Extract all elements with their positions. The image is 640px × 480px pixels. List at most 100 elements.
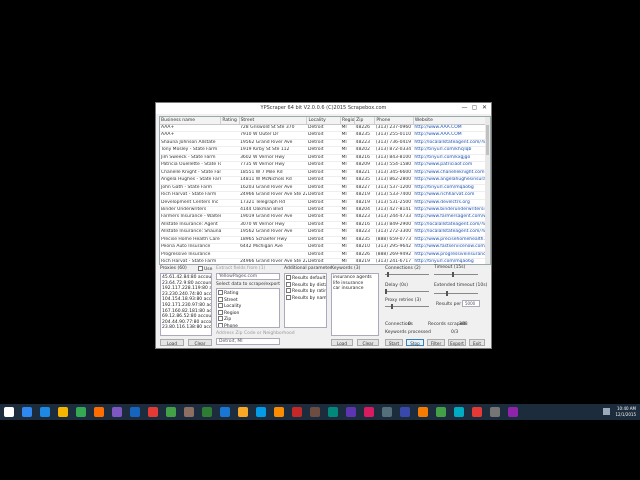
table-row[interactable]: Jim Sweeck - State Farm 3602 W Vernor Hwy…: [160, 154, 490, 163]
delay-slider[interactable]: [385, 289, 429, 294]
table-row[interactable]: Allstate Insurance: Agent 3070 W Vernor H…: [160, 221, 490, 230]
app-icon[interactable]: [346, 407, 356, 417]
table-row[interactable]: Farmers Insurance - Walter 19019 Grand Ri…: [160, 213, 490, 222]
col-locality[interactable]: Locality: [306, 117, 341, 125]
app-icon[interactable]: [148, 407, 158, 417]
start-button[interactable]: Start: [385, 339, 403, 346]
filter-button[interactable]: Filter: [427, 339, 445, 346]
table-row[interactable]: AAA+ 7910 W Outer Dr Detroit MI 48235 (313) 2…: [160, 131, 490, 140]
keywords-list[interactable]: insurance agents life insurance car insura…: [331, 273, 379, 336]
address-input[interactable]: Detroit, MI: [216, 338, 280, 345]
app-icon[interactable]: [508, 407, 518, 417]
table-row[interactable]: Shauna Johnson Allstate 19562 Grand River…: [160, 139, 490, 148]
minimize-button[interactable]: —: [460, 103, 469, 114]
stop-button[interactable]: Stop: [406, 339, 424, 346]
excel-icon[interactable]: [202, 407, 212, 417]
chrome-icon[interactable]: [76, 407, 86, 417]
proxies-load-button[interactable]: Load: [160, 339, 184, 346]
table-row[interactable]: Progressive Insurance Detroit MI 48226 (888)…: [160, 251, 490, 260]
table-row[interactable]: Development Centers Inc 17321 Telegraph R…: [160, 199, 490, 208]
app-icon[interactable]: [400, 407, 410, 417]
app-icon[interactable]: [490, 407, 500, 417]
col-business-name[interactable]: Business name: [160, 117, 222, 125]
col-phone[interactable]: Phone: [374, 117, 414, 125]
export-button[interactable]: Export: [448, 339, 466, 346]
table-row[interactable]: Precise Home Health Care 18965 Schaefer H…: [160, 236, 490, 245]
keyword-item[interactable]: car insurance: [333, 286, 377, 292]
params-list[interactable]: Results defaultResults by distanceResult…: [284, 273, 327, 328]
app-icon[interactable]: [184, 407, 194, 417]
connections-slider[interactable]: [385, 272, 429, 277]
results-grid[interactable]: Business name Rating Street Locality Reg…: [159, 116, 491, 265]
app-icon[interactable]: [238, 407, 248, 417]
filezilla-icon[interactable]: [292, 407, 302, 417]
proxy-retries-slider-knob[interactable]: [391, 304, 393, 309]
col-rating[interactable]: Rating: [220, 117, 240, 125]
file-explorer-icon[interactable]: [58, 407, 68, 417]
results-per-input[interactable]: 5000: [462, 300, 480, 307]
col-street[interactable]: Street: [239, 117, 308, 125]
proxies-list[interactable]: 45.61.42.84:80 accoun 23.64.72.9:80 accou…: [160, 273, 212, 336]
tray-clock[interactable]: 10:40 AM 12/1/2015: [615, 406, 636, 418]
table-row[interactable]: AAA+ 728 Griswold St Ste 370 Detroit MI 4822…: [160, 124, 490, 133]
firefox-icon[interactable]: [94, 407, 104, 417]
proxy-retries-slider[interactable]: [385, 304, 429, 309]
app-icon[interactable]: [274, 407, 284, 417]
field-checkbox[interactable]: Phone: [218, 322, 278, 327]
table-row[interactable]: Rich Harvat - State Farm 24966 Grand Rive…: [160, 191, 490, 200]
edge-icon[interactable]: [40, 407, 50, 417]
app-icon[interactable]: [472, 407, 482, 417]
app-icon[interactable]: [112, 407, 122, 417]
table-row[interactable]: Tony Mosley - State Farm 1919 Kirby St St…: [160, 146, 490, 155]
app-icon[interactable]: [418, 407, 428, 417]
col-region[interactable]: Region: [340, 117, 356, 125]
ie-icon[interactable]: [130, 407, 140, 417]
keywords-load-button[interactable]: Load: [331, 339, 353, 346]
timeout-slider[interactable]: [434, 272, 478, 277]
extended-timeout-slider[interactable]: [434, 291, 478, 296]
field-checkbox[interactable]: Locality: [218, 303, 278, 310]
fields-list[interactable]: RatingStreetLocalityRegionZipPhoneWebsit…: [216, 288, 280, 328]
app-icon[interactable]: [454, 407, 464, 417]
app-icon[interactable]: [310, 407, 320, 417]
field-checkbox[interactable]: Rating: [218, 290, 278, 297]
maximize-button[interactable]: ▢: [470, 103, 479, 114]
app-icon[interactable]: [328, 407, 338, 417]
connections-slider-knob[interactable]: [387, 272, 389, 277]
param-option[interactable]: Results default: [286, 275, 326, 282]
field-checkbox[interactable]: Street: [218, 296, 278, 304]
notification-icon[interactable]: [603, 408, 610, 415]
search-icon[interactable]: [22, 407, 32, 417]
table-row[interactable]: Allstate Insurance: Shauna 19562 Grand Ri…: [160, 228, 490, 237]
proxy-item[interactable]: 23.80.116.138:80 acc: [162, 325, 211, 331]
proxies-clear-button[interactable]: Clear: [188, 339, 212, 346]
app-icon[interactable]: [382, 407, 392, 417]
table-row[interactable]: Angela Hughes - State Farm 14811 W McNich…: [160, 176, 490, 185]
grid-scroll-thumb[interactable]: [486, 125, 489, 155]
close-button[interactable]: ✕: [480, 103, 489, 114]
table-row[interactable]: John Gath - State Farm 16203 Grand River …: [160, 184, 490, 193]
table-row[interactable]: Chanelle Knight - State Farm 18551 W 7 Mi…: [160, 169, 490, 178]
extended-timeout-slider-knob[interactable]: [446, 291, 448, 296]
extract-site-select[interactable]: YellowPages.com: [216, 273, 280, 280]
col-website[interactable]: Website: [413, 117, 490, 125]
timeout-slider-knob[interactable]: [452, 272, 454, 277]
chrome-icon[interactable]: [436, 407, 446, 417]
title-bar[interactable]: YPScraper 64 bit V2.0.0.6 (C)2015 Scrape…: [156, 103, 491, 114]
app-icon[interactable]: [166, 407, 176, 417]
delay-slider-knob[interactable]: [385, 289, 387, 294]
skype-icon[interactable]: [256, 407, 266, 417]
param-option[interactable]: Results by name: [286, 294, 326, 302]
grid-scrollbar[interactable]: [485, 117, 490, 264]
exit-button[interactable]: Exit: [469, 339, 485, 346]
field-checkbox[interactable]: Region: [218, 309, 278, 317]
keywords-clear-button[interactable]: Clear: [357, 339, 379, 346]
app-icon[interactable]: [364, 407, 374, 417]
col-zip[interactable]: Zip: [354, 117, 376, 125]
field-checkbox[interactable]: Zip: [218, 316, 278, 323]
word-icon[interactable]: [220, 407, 230, 417]
table-row[interactable]: Peoria Auto Insurance 6442 Michigan Ave De…: [160, 243, 490, 252]
windows-start-icon[interactable]: [4, 407, 14, 417]
table-row[interactable]: Binder Underwriters 4144 Oakman Blvd Detro…: [160, 206, 490, 215]
use-proxies-checkbox[interactable]: Use: [198, 266, 212, 272]
